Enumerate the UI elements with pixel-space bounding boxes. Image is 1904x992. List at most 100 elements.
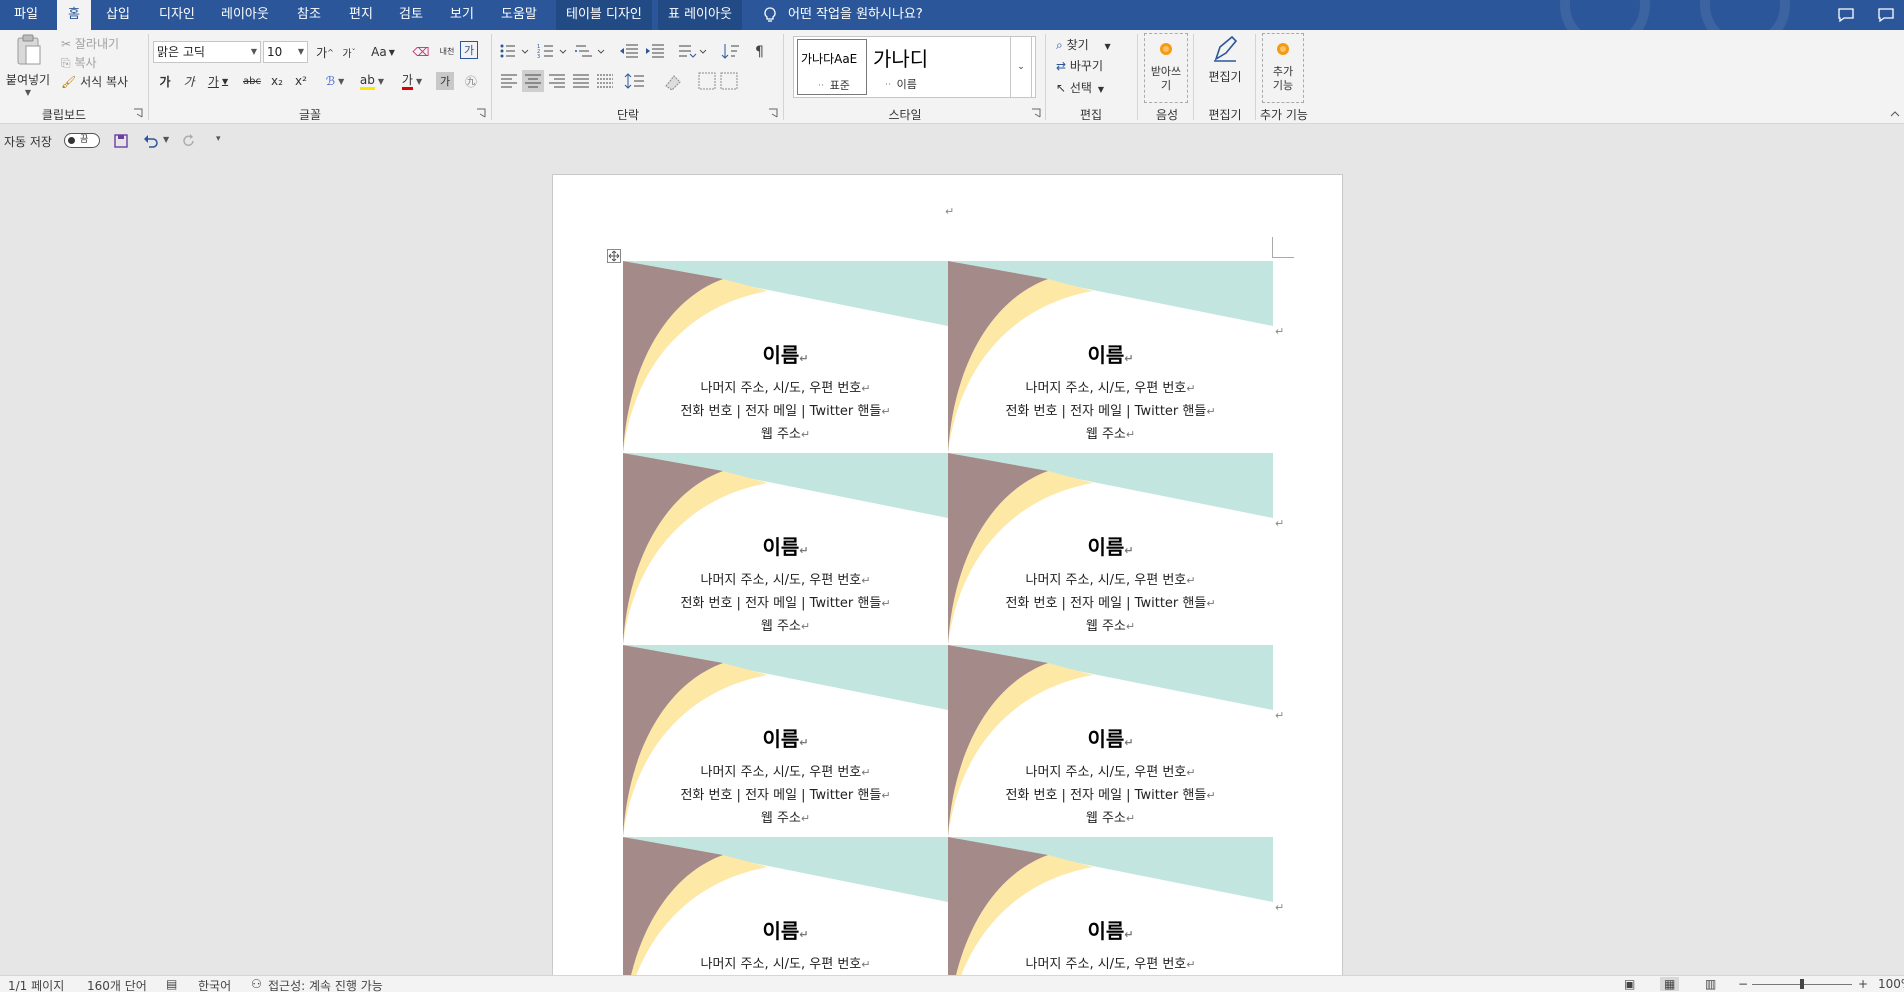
customize-qat-icon[interactable]: ▾	[216, 134, 221, 144]
proofing-icon[interactable]: ▤	[166, 977, 177, 991]
print-layout-icon[interactable]: ▦	[1660, 977, 1680, 991]
dialog-launcher-icon[interactable]	[768, 108, 778, 118]
accessibility-status[interactable]: 접근성: 계속 진행 가능	[268, 977, 383, 992]
comments-icon[interactable]	[1876, 5, 1896, 25]
cut-button[interactable]: ✂ 잘라내기	[61, 35, 119, 52]
highlight-button[interactable]: ab ▼	[356, 70, 388, 92]
italic-button[interactable]: 가	[178, 70, 200, 92]
label-website: 웹 주소↵	[760, 811, 811, 826]
find-button[interactable]: ⌕ 찾기 ▼	[1056, 36, 1111, 53]
phonetic-guide-button[interactable]: 내천	[436, 41, 458, 63]
word-count[interactable]: 160개 단어	[87, 977, 147, 992]
tab-home[interactable]: 홈	[57, 0, 91, 30]
align-right-icon[interactable]	[546, 70, 568, 92]
copy-button[interactable]: ⎘ 복사	[61, 54, 97, 71]
table-move-handle-icon[interactable]	[607, 249, 621, 263]
undo-icon[interactable]	[143, 134, 159, 148]
select-button[interactable]: ↖ 선택 ▼	[1056, 79, 1104, 96]
char-shading-button[interactable]: 가	[436, 72, 454, 90]
tab-review[interactable]: 검토	[399, 0, 423, 30]
style-name[interactable]: 가나디 ᆢ 이름	[871, 39, 1001, 95]
document-page[interactable]: ↵ 이름↵ 나머지 주소, 시/도, 우편 번호↵ 전화 번호 | 전자 메일 | …	[552, 174, 1343, 976]
change-case-button[interactable]: Aa ▼	[366, 41, 400, 63]
dialog-launcher-icon[interactable]	[1031, 108, 1041, 118]
shading-icon[interactable]	[660, 70, 690, 92]
label-cell[interactable]: 이름↵나머지 주소, 시/도, 우편 번호↵전화 번호 | 전자 메일 | Tw…	[948, 837, 1273, 975]
tab-help[interactable]: 도움말	[501, 0, 537, 30]
text-effects-button[interactable]: ℬ ▼	[320, 70, 350, 92]
grow-font-button[interactable]: 가 ^	[314, 41, 336, 63]
multilevel-list-icon[interactable]	[574, 40, 608, 62]
label-cell[interactable]: 이름↵나머지 주소, 시/도, 우편 번호↵전화 번호 | 전자 메일 | Tw…	[623, 261, 948, 453]
comments-icon[interactable]	[1836, 5, 1856, 25]
zoom-slider-thumb[interactable]	[1800, 979, 1804, 989]
distributed-icon[interactable]	[594, 70, 616, 92]
dictate-button[interactable]: 받아쓰기	[1144, 33, 1188, 103]
label-cell[interactable]: 이름↵나머지 주소, 시/도, 우편 번호↵전화 번호 | 전자 메일 | Tw…	[948, 261, 1273, 453]
align-center-icon[interactable]	[522, 70, 544, 92]
font-size-dropdown[interactable]: 10 ▼	[263, 41, 308, 63]
superscript-button[interactable]: x²	[290, 70, 312, 92]
paste-button[interactable]: 붙여넣기 ▼	[4, 34, 52, 97]
addins-button[interactable]: 추가 기능	[1262, 33, 1304, 103]
language-indicator[interactable]: 한국어	[198, 977, 231, 992]
web-layout-icon[interactable]: ▥	[1705, 977, 1716, 991]
redo-icon[interactable]	[182, 134, 196, 148]
read-mode-icon[interactable]: ▣	[1624, 977, 1635, 991]
bullets-icon[interactable]	[498, 40, 532, 62]
label-cell[interactable]: 이름↵나머지 주소, 시/도, 우편 번호↵전화 번호 | 전자 메일 | Tw…	[623, 837, 948, 975]
label-cell[interactable]: 이름↵나머지 주소, 시/도, 우편 번호↵전화 번호 | 전자 메일 | Tw…	[623, 453, 948, 645]
strikethrough-button[interactable]: abc	[238, 70, 266, 92]
tab-table-design[interactable]: 테이블 디자인	[556, 0, 652, 30]
dialog-launcher-icon[interactable]	[133, 108, 143, 118]
align-left-icon[interactable]	[498, 70, 520, 92]
tab-file[interactable]: 파일	[14, 0, 38, 30]
replace-button[interactable]: ⇄ 바꾸기	[1056, 57, 1103, 74]
zoom-slider[interactable]	[1752, 979, 1852, 989]
tab-layout[interactable]: 레이아웃	[221, 0, 269, 30]
zoom-out-button[interactable]: −	[1738, 977, 1748, 991]
tab-table-layout[interactable]: 표 레이아웃	[658, 0, 742, 30]
subscript-button[interactable]: x₂	[266, 70, 288, 92]
char-border-button[interactable]: 가	[460, 41, 478, 59]
show-marks-icon[interactable]: ¶	[750, 40, 772, 62]
increase-indent-icon[interactable]	[644, 40, 666, 62]
tab-design[interactable]: 디자인	[159, 0, 195, 30]
autosave-toggle[interactable]: 끔	[64, 133, 100, 148]
format-painter-button[interactable]: 🖌 서식 복사	[61, 73, 128, 90]
tab-references[interactable]: 참조	[297, 0, 321, 30]
text-effects-icon: ℬ	[325, 74, 336, 88]
label-cell[interactable]: 이름↵나머지 주소, 시/도, 우편 번호↵전화 번호 | 전자 메일 | Tw…	[623, 645, 948, 837]
justify-icon[interactable]	[570, 70, 592, 92]
tab-insert[interactable]: 삽입	[106, 0, 130, 30]
text-direction-icon[interactable]	[676, 40, 710, 62]
dialog-launcher-icon[interactable]	[476, 108, 486, 118]
zoom-in-button[interactable]: +	[1858, 977, 1868, 991]
label-cell[interactable]: 이름↵나머지 주소, 시/도, 우편 번호↵전화 번호 | 전자 메일 | Tw…	[948, 453, 1273, 645]
collapse-ribbon-icon[interactable]	[1890, 110, 1900, 118]
font-name-dropdown[interactable]: 맑은 고딕 ▼	[153, 41, 261, 63]
font-color-button[interactable]: 가 ▼	[396, 70, 428, 92]
label-cell[interactable]: 이름↵나머지 주소, 시/도, 우편 번호↵전화 번호 | 전자 메일 | Tw…	[948, 645, 1273, 837]
zoom-level[interactable]: 100%	[1878, 977, 1904, 991]
styles-more-button[interactable]: ⌄	[1010, 36, 1032, 98]
chevron-down-icon[interactable]: ▼	[163, 135, 169, 144]
tab-mailings[interactable]: 편지	[349, 0, 373, 30]
clear-formatting-button[interactable]: ⌫	[410, 41, 432, 63]
style-normal[interactable]: 가나다AaE ᆢ 표준	[797, 39, 867, 95]
numbering-icon[interactable]: 123	[536, 40, 570, 62]
editor-button[interactable]: 편집기	[1198, 33, 1252, 85]
enclose-char-button[interactable]: ㊈	[460, 70, 482, 92]
change-case-icon: Aa	[371, 45, 387, 59]
tab-view[interactable]: 보기	[450, 0, 474, 30]
label-address: 나머지 주소, 시/도, 우편 번호↵	[1025, 381, 1196, 396]
save-icon[interactable]	[114, 134, 128, 148]
line-spacing-icon[interactable]	[624, 70, 654, 92]
underline-button[interactable]: 가 ▼	[202, 70, 234, 92]
decrease-indent-icon[interactable]	[618, 40, 640, 62]
bold-button[interactable]: 가	[154, 70, 176, 92]
shrink-font-button[interactable]: 가ˇ	[338, 41, 360, 63]
sort-icon[interactable]	[720, 40, 742, 62]
borders-icon[interactable]	[696, 70, 746, 92]
page-count[interactable]: 1/1 페이지	[8, 977, 64, 992]
